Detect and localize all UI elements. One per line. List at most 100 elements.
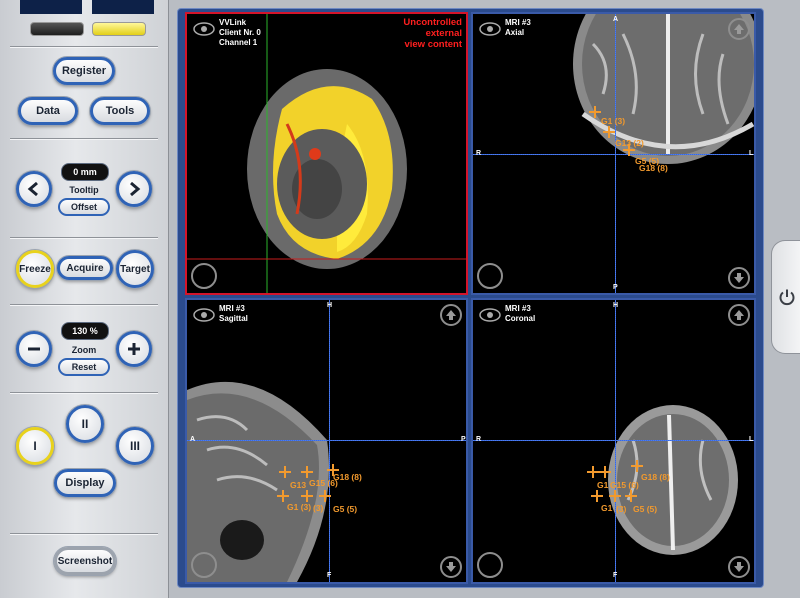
axis-label-left: A xyxy=(190,436,196,443)
sagittal-series: MRI #3 xyxy=(219,304,245,313)
tools-button[interactable]: Tools xyxy=(90,97,150,125)
arrow-right-icon xyxy=(130,181,141,197)
reset-button[interactable]: Reset xyxy=(58,358,110,376)
arrow-up-icon xyxy=(734,310,744,320)
eye-icon[interactable] xyxy=(478,305,502,325)
scroll-down-button[interactable] xyxy=(728,267,750,289)
control-panel: Register Data Tools 0 mm Tooltip Offset … xyxy=(0,0,169,598)
axis-label-left: R xyxy=(476,150,482,157)
marker-label: G1 xyxy=(601,503,613,513)
scroll-down-button[interactable] xyxy=(440,556,462,578)
eye-icon[interactable] xyxy=(192,19,216,39)
tooltip-increase-button[interactable] xyxy=(116,171,152,207)
divider xyxy=(10,392,158,393)
marker-label: G18 (8) xyxy=(641,472,670,482)
vvlink-info: VVLink Client Nr. 0 Channel 1 xyxy=(219,18,261,48)
axis-label-bottom: F xyxy=(613,572,618,579)
coronal-mri-image xyxy=(608,405,738,555)
crosshair-horizontal xyxy=(187,440,466,441)
scroll-up-button[interactable] xyxy=(728,18,750,40)
axis-label-bottom: P xyxy=(613,284,618,291)
vvlink-view[interactable]: VVLink Client Nr. 0 Channel 1 Uncontroll… xyxy=(185,12,468,295)
divider xyxy=(10,237,158,238)
zoom-icon[interactable] xyxy=(477,552,503,578)
tooltip-caption: Tooltip xyxy=(69,185,99,195)
marker-cross xyxy=(319,490,331,502)
arrow-down-icon xyxy=(734,273,744,283)
marker-label: G13 (2) xyxy=(615,138,644,148)
zoom-icon[interactable] xyxy=(191,552,217,578)
marker-cross xyxy=(599,466,611,478)
freeze-button[interactable]: Freeze xyxy=(16,250,54,288)
layout-1-button[interactable]: I xyxy=(16,427,54,465)
arrow-up-icon xyxy=(734,24,744,34)
axis-label-right: P xyxy=(461,436,466,443)
data-button[interactable]: Data xyxy=(18,97,78,125)
zoom-value: 130 % xyxy=(61,322,109,340)
marker-cross xyxy=(625,490,637,502)
sagittal-view[interactable]: H A P F G18 (8) G13 G15 (6) G1 (3) (3) G… xyxy=(185,298,468,584)
coronal-info: MRI #3 Coronal xyxy=(505,304,535,324)
acquire-button[interactable]: Acquire xyxy=(57,256,113,280)
vvlink-channel: Channel 1 xyxy=(219,38,258,47)
vvlink-name: VVLink xyxy=(219,18,247,27)
minus-icon xyxy=(28,347,40,351)
marker-label: G1 xyxy=(597,480,609,490)
tooltip-decrease-button[interactable] xyxy=(16,171,52,207)
axis-label-top: H xyxy=(327,302,333,309)
marker-cross xyxy=(279,466,291,478)
display-button[interactable]: Display xyxy=(54,469,116,497)
offset-button[interactable]: Offset xyxy=(58,198,110,216)
zoom-caption: Zoom xyxy=(71,345,97,355)
vvlink-brain-image xyxy=(187,14,466,293)
vvlink-client: Client Nr. 0 xyxy=(219,28,261,37)
eye-icon[interactable] xyxy=(192,305,216,325)
axis-label-bottom: F xyxy=(327,572,332,579)
marker-cross xyxy=(301,490,313,502)
crosshair-vertical xyxy=(329,300,330,582)
layout-3-button[interactable]: III xyxy=(116,427,154,465)
zoom-in-button[interactable] xyxy=(116,331,152,367)
marker-label: G5 (5) xyxy=(333,504,358,514)
coronal-series: MRI #3 xyxy=(505,304,531,313)
screenshot-button[interactable]: Screenshot xyxy=(54,547,116,575)
zoom-out-button[interactable] xyxy=(16,331,52,367)
axial-orientation: Axial xyxy=(505,28,525,37)
scroll-up-button[interactable] xyxy=(728,304,750,326)
marker-cross xyxy=(591,490,603,502)
axis-label-right: L xyxy=(749,150,754,157)
marker-cross xyxy=(587,466,599,478)
arrow-up-icon xyxy=(446,310,456,320)
indicator-yellow xyxy=(92,22,146,36)
axial-info: MRI #3 Axial xyxy=(505,18,531,38)
eye-icon[interactable] xyxy=(478,19,502,39)
crosshair-vertical xyxy=(615,300,616,582)
axial-view[interactable]: A R L P G1 (3) G13 (2) G5 (5) G18 (8) MR… xyxy=(471,12,756,295)
marker-cross xyxy=(631,460,643,472)
power-button[interactable] xyxy=(771,240,800,354)
zoom-icon[interactable] xyxy=(191,263,217,289)
arrow-down-icon xyxy=(734,562,744,572)
marker-label: G15 (6) xyxy=(610,480,639,490)
marker-cross xyxy=(277,490,289,502)
scroll-down-button[interactable] xyxy=(728,556,750,578)
coronal-orientation: Coronal xyxy=(505,314,536,323)
sagittal-info: MRI #3 Sagittal xyxy=(219,304,248,324)
coronal-view[interactable]: H R L F G18 (8) G1 G15 (6) G1 (3) G5 (5)… xyxy=(471,298,756,584)
marker-label: G13 xyxy=(290,480,307,490)
arrow-down-icon xyxy=(446,562,456,572)
marker-cross xyxy=(603,126,615,138)
register-button[interactable]: Register xyxy=(53,57,115,85)
marker-cross xyxy=(301,466,313,478)
divider xyxy=(10,304,158,305)
plus-icon xyxy=(128,343,140,355)
layout-2-button[interactable]: II xyxy=(66,405,104,443)
axial-series: MRI #3 xyxy=(505,18,531,27)
scroll-up-button[interactable] xyxy=(440,304,462,326)
target-button[interactable]: Target xyxy=(116,250,154,288)
marker-label: G1 (3) xyxy=(287,502,312,512)
zoom-icon[interactable] xyxy=(477,263,503,289)
indicator-dark xyxy=(30,22,84,36)
axis-label-right: L xyxy=(749,436,754,443)
divider xyxy=(10,533,158,534)
